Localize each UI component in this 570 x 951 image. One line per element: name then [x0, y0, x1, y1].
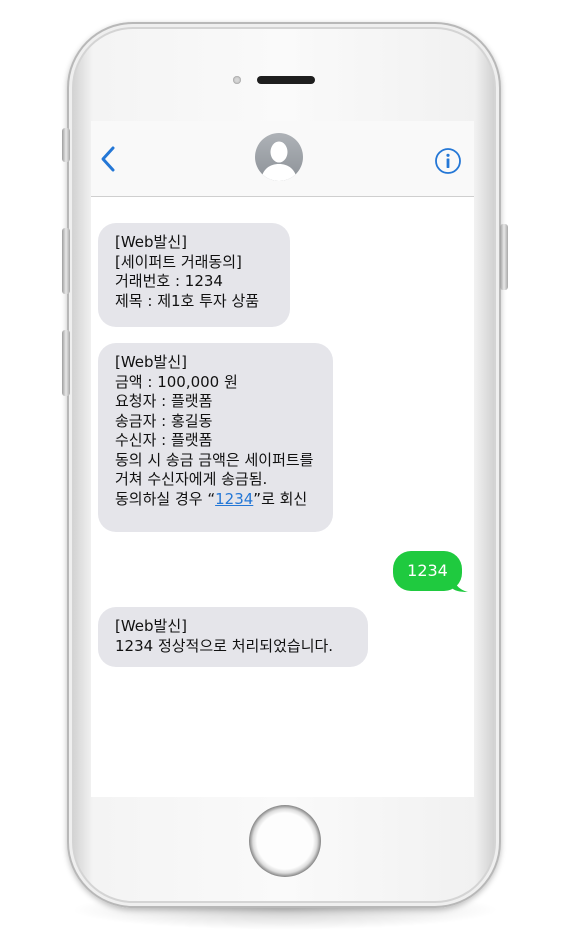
message-line: 제목 : 제1호 투자 상품	[115, 291, 260, 310]
front-camera	[233, 76, 241, 84]
power-button	[500, 224, 508, 290]
conversation-header	[91, 121, 474, 197]
message-line: 송금자 : 홍길동	[115, 411, 213, 430]
volume-down-button	[62, 330, 70, 396]
messages-screen: [Web발신] [세이퍼트 거래동의] 거래번호 : 1234 제목 : 제1호…	[91, 121, 474, 797]
reply-instruction-suffix: ”로 회신	[253, 489, 308, 508]
person-silhouette-icon	[261, 141, 297, 181]
message-line: 요청자 : 플랫폼	[115, 392, 213, 410]
message-line: 거래번호 : 1234	[115, 272, 223, 290]
earpiece-speaker	[257, 76, 315, 84]
incoming-message-bubble: [Web발신] [세이퍼트 거래동의] 거래번호 : 1234 제목 : 제1호…	[98, 223, 290, 327]
message-line: 동의 시 송금 금액은 세이퍼트를	[115, 450, 314, 469]
info-circle-icon[interactable]	[434, 147, 462, 175]
message-text: 1234	[407, 561, 448, 580]
reply-instruction-prefix: 동의하실 경우 “	[115, 489, 216, 508]
chevron-left-icon[interactable]	[98, 145, 118, 173]
message-line: 1234 정상적으로 처리되었습니다.	[115, 636, 334, 655]
mute-switch	[62, 128, 70, 162]
message-line: 거쳐 수신자에게 송금됨.	[115, 470, 268, 488]
contact-avatar[interactable]	[255, 133, 303, 181]
message-line: 수신자 : 플랫폼	[115, 431, 213, 449]
message-line: [Web발신]	[115, 233, 188, 251]
home-button[interactable]	[249, 805, 321, 877]
volume-up-button	[62, 228, 70, 294]
message-line: [Web발신]	[115, 353, 188, 371]
incoming-message-bubble: [Web발신] 금액 : 100,000 원 요청자 : 플랫폼 송금자 : 홍…	[98, 343, 333, 532]
message-line: 동의하실 경우 “1234”로 회신	[115, 490, 317, 510]
message-line: 금액 : 100,000 원	[115, 372, 238, 391]
message-line: [Web발신]	[115, 617, 188, 635]
incoming-message-bubble: [Web발신] 1234 정상적으로 처리되었습니다.	[98, 607, 368, 667]
outgoing-bubble-tail	[451, 573, 468, 592]
reply-code-link[interactable]: 1234	[215, 490, 253, 508]
message-line: [세이퍼트 거래동의]	[115, 252, 242, 271]
